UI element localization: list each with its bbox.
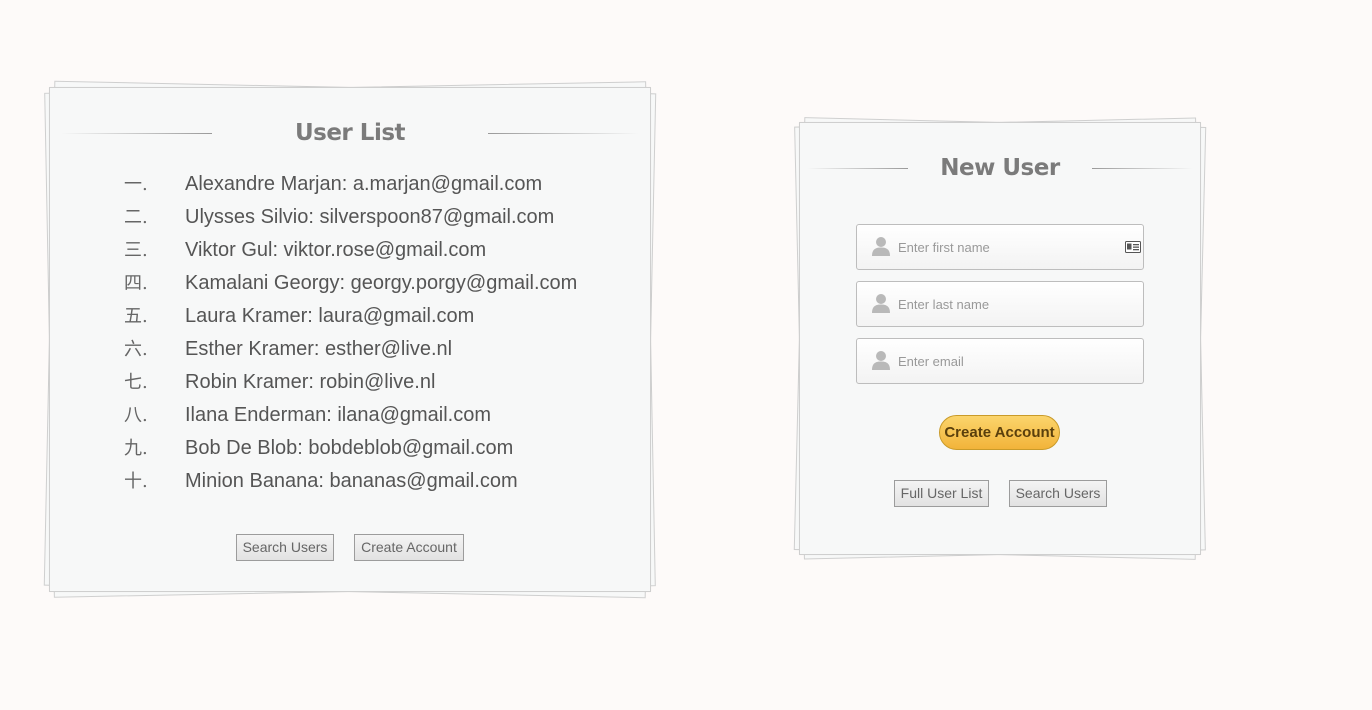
list-number: 十. xyxy=(124,471,148,492)
email-placeholder: Enter email xyxy=(898,354,964,369)
id-card-icon[interactable] xyxy=(1125,241,1141,253)
list-item: 三. Viktor Gul: viktor.rose@gmail.com xyxy=(124,237,577,270)
title-divider-right xyxy=(488,133,639,134)
list-number: 六. xyxy=(124,339,148,360)
search-users-button[interactable]: Search Users xyxy=(236,534,334,561)
user-entry: Laura Kramer: laura@gmail.com xyxy=(185,305,475,327)
user-list-header: User List xyxy=(49,118,651,148)
user-entry: Bob De Blob: bobdeblob@gmail.com xyxy=(185,437,514,459)
create-account-button[interactable]: Create Account xyxy=(939,415,1060,450)
user-entry: Viktor Gul: viktor.rose@gmail.com xyxy=(185,239,487,261)
list-number: 二. xyxy=(124,207,148,228)
full-user-list-button[interactable]: Full User List xyxy=(894,480,989,507)
list-item: 八. Ilana Enderman: ilana@gmail.com xyxy=(124,402,577,435)
list-number: 九. xyxy=(124,438,148,459)
search-users-button[interactable]: Search Users xyxy=(1009,480,1107,507)
list-item: 四. Kamalani Georgy: georgy.porgy@gmail.co… xyxy=(124,270,577,303)
title-divider-right xyxy=(1092,168,1193,169)
list-number: 四. xyxy=(124,273,148,294)
user-entry: Ilana Enderman: ilana@gmail.com xyxy=(185,404,492,426)
user-entry: Ulysses Silvio: silverspoon87@gmail.com xyxy=(185,206,555,228)
user-entry: Alexandre Marjan: a.marjan@gmail.com xyxy=(185,173,543,195)
user-list-panel: User List 一. Alexandre Marjan: a.marjan@g… xyxy=(43,80,657,599)
user-entry: Kamalani Georgy: georgy.porgy@gmail.com xyxy=(185,272,578,294)
list-item: 十. Minion Banana: bananas@gmail.com xyxy=(124,468,577,501)
last-name-field[interactable]: Enter last name xyxy=(856,281,1144,327)
new-user-header: New User xyxy=(799,153,1201,183)
email-field[interactable]: Enter email xyxy=(856,338,1144,384)
user-entry: Minion Banana: bananas@gmail.com xyxy=(185,470,518,492)
list-item: 五. Laura Kramer: laura@gmail.com xyxy=(124,303,577,336)
first-name-placeholder: Enter first name xyxy=(898,240,990,255)
first-name-field[interactable]: Enter first name xyxy=(856,224,1144,270)
user-icon xyxy=(872,237,890,256)
list-number: 七. xyxy=(124,372,148,393)
user-list: 一. Alexandre Marjan: a.marjan@gmail.com 二… xyxy=(124,171,577,501)
list-item: 一. Alexandre Marjan: a.marjan@gmail.com xyxy=(124,171,577,204)
list-number: 八. xyxy=(124,405,148,426)
new-user-panel: New User Enter first name Enter last nam… xyxy=(793,117,1207,560)
create-account-button[interactable]: Create Account xyxy=(354,534,464,561)
list-number: 一. xyxy=(124,174,148,195)
list-item: 六. Esther Kramer: esther@live.nl xyxy=(124,336,577,369)
list-item: 七. Robin Kramer: robin@live.nl xyxy=(124,369,577,402)
user-icon xyxy=(872,351,890,370)
list-item: 二. Ulysses Silvio: silverspoon87@gmail.co… xyxy=(124,204,577,237)
list-item: 九. Bob De Blob: bobdeblob@gmail.com xyxy=(124,435,577,468)
user-icon xyxy=(872,294,890,313)
list-number: 三. xyxy=(124,240,148,261)
user-entry: Robin Kramer: robin@live.nl xyxy=(185,371,436,393)
list-number: 五. xyxy=(124,306,148,327)
user-entry: Esther Kramer: esther@live.nl xyxy=(185,338,453,360)
last-name-placeholder: Enter last name xyxy=(898,297,990,312)
